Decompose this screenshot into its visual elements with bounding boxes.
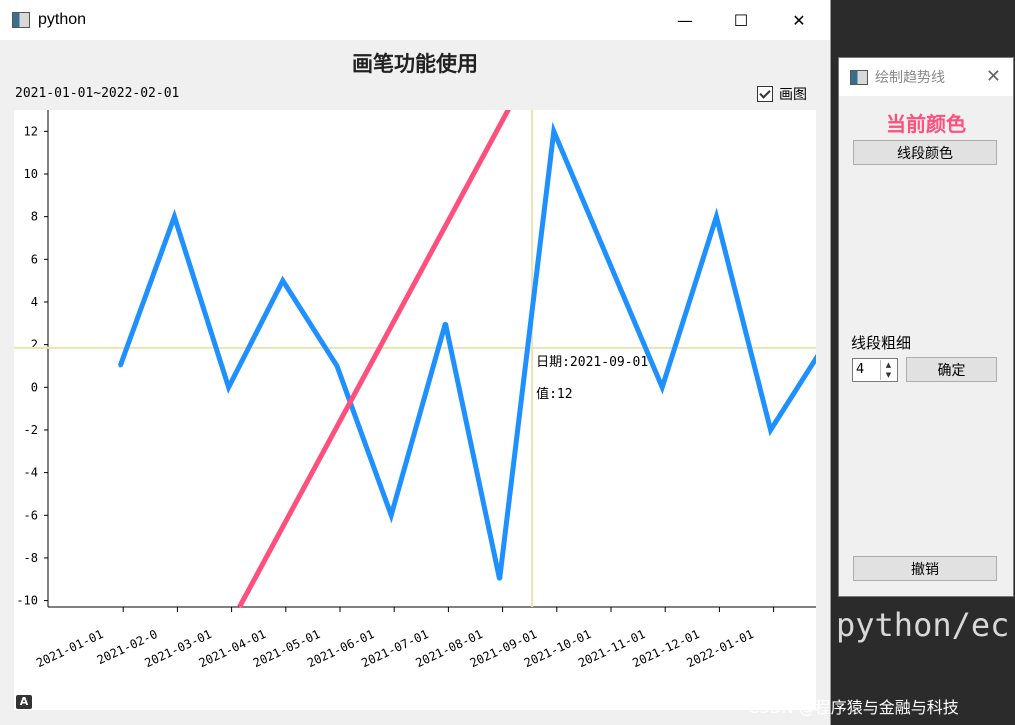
data-point xyxy=(172,215,176,219)
y-tick-label: 0 xyxy=(31,380,38,394)
csdn-watermark: CSDN @程序猿与金融与科技 xyxy=(748,698,959,717)
y-tick-label: -10 xyxy=(16,594,38,608)
data-point xyxy=(714,215,718,219)
chart-plot-area[interactable]: 12 10 8 6 4 2 0 -2 -4 -6 -8 -10 2021-01-01 2021-02-0 2… xyxy=(14,110,816,710)
line-chart: 121086420-2-4-6-8-102021-01-012021-02-02… xyxy=(14,110,816,670)
data-point xyxy=(606,257,610,261)
y-tick-label: 4 xyxy=(31,295,38,309)
background-code-text: python/ec xyxy=(836,606,1010,644)
y-tick-label: 2 xyxy=(31,338,38,352)
minimize-icon: — xyxy=(677,10,693,30)
y-tick-label: 6 xyxy=(31,252,38,266)
maximize-button[interactable]: ☐ xyxy=(712,0,770,40)
trend-line xyxy=(237,110,511,609)
draw-checkbox-label: 画图 xyxy=(779,87,807,103)
data-point xyxy=(118,364,122,368)
spin-up-icon[interactable]: ▲ xyxy=(881,360,896,370)
y-tick-label: -2 xyxy=(24,423,38,437)
y-tick-label: 10 xyxy=(24,167,38,181)
y-tick-label: -4 xyxy=(24,466,38,480)
input-method-icon: A xyxy=(16,695,32,709)
data-point xyxy=(227,385,231,389)
dialog-app-icon xyxy=(850,69,868,85)
y-tick-label: -6 xyxy=(24,508,38,522)
y-tick-label: 8 xyxy=(31,210,38,224)
date-range-label: 2021-01-01~2022-02-01 xyxy=(15,86,180,101)
data-point xyxy=(498,577,502,581)
draw-checkbox[interactable]: 画图 xyxy=(757,84,807,104)
minimize-button[interactable]: — xyxy=(656,0,714,40)
close-button[interactable]: ✕ xyxy=(770,0,828,40)
maximize-icon: ☐ xyxy=(733,10,749,30)
y-tick-label: -8 xyxy=(24,551,38,565)
spin-down-icon[interactable]: ▼ xyxy=(881,370,896,380)
dialog-titlebar: 绘制趋势线 ✕ xyxy=(839,58,1013,96)
data-point xyxy=(389,513,393,517)
data-point xyxy=(335,364,339,368)
tooltip-value: 值:12 xyxy=(536,386,572,402)
y-tick-label: 12 xyxy=(24,124,38,138)
undo-button[interactable]: 撤销 xyxy=(853,556,997,581)
x-tick-label: 2021-01-01 xyxy=(34,627,105,670)
current-color-label: 当前颜色 xyxy=(886,112,966,136)
main-window: python — ☐ ✕ 画笔功能使用 2021-01-01~2022-02-0… xyxy=(0,0,831,725)
thickness-label: 线段粗细 xyxy=(851,334,912,352)
tooltip-date: 日期:2021-09-01 xyxy=(536,355,648,370)
confirm-button[interactable]: 确定 xyxy=(906,357,997,382)
thickness-value: 4 xyxy=(856,362,865,377)
chart-title: 画笔功能使用 xyxy=(352,51,478,76)
checkbox-checked-icon[interactable] xyxy=(757,86,773,102)
app-icon xyxy=(12,12,30,28)
series-line xyxy=(117,121,816,580)
data-point xyxy=(769,428,773,432)
trendline-dialog: 绘制趋势线 ✕ 当前颜色 线段颜色 线段粗细 4 ▲ ▼ 确定 撤销 xyxy=(838,57,1014,597)
main-titlebar: python — ☐ ✕ xyxy=(0,0,830,40)
data-point xyxy=(552,129,556,133)
data-point xyxy=(660,385,664,389)
data-point xyxy=(443,321,447,325)
window-title: python xyxy=(38,11,87,28)
dialog-close-icon[interactable]: ✕ xyxy=(986,66,1001,87)
segment-color-button[interactable]: 线段颜色 xyxy=(853,140,997,165)
close-icon: ✕ xyxy=(792,10,806,30)
dialog-title: 绘制趋势线 xyxy=(875,70,945,86)
data-point xyxy=(281,279,285,283)
thickness-spinbox[interactable]: 4 ▲ ▼ xyxy=(852,358,898,382)
